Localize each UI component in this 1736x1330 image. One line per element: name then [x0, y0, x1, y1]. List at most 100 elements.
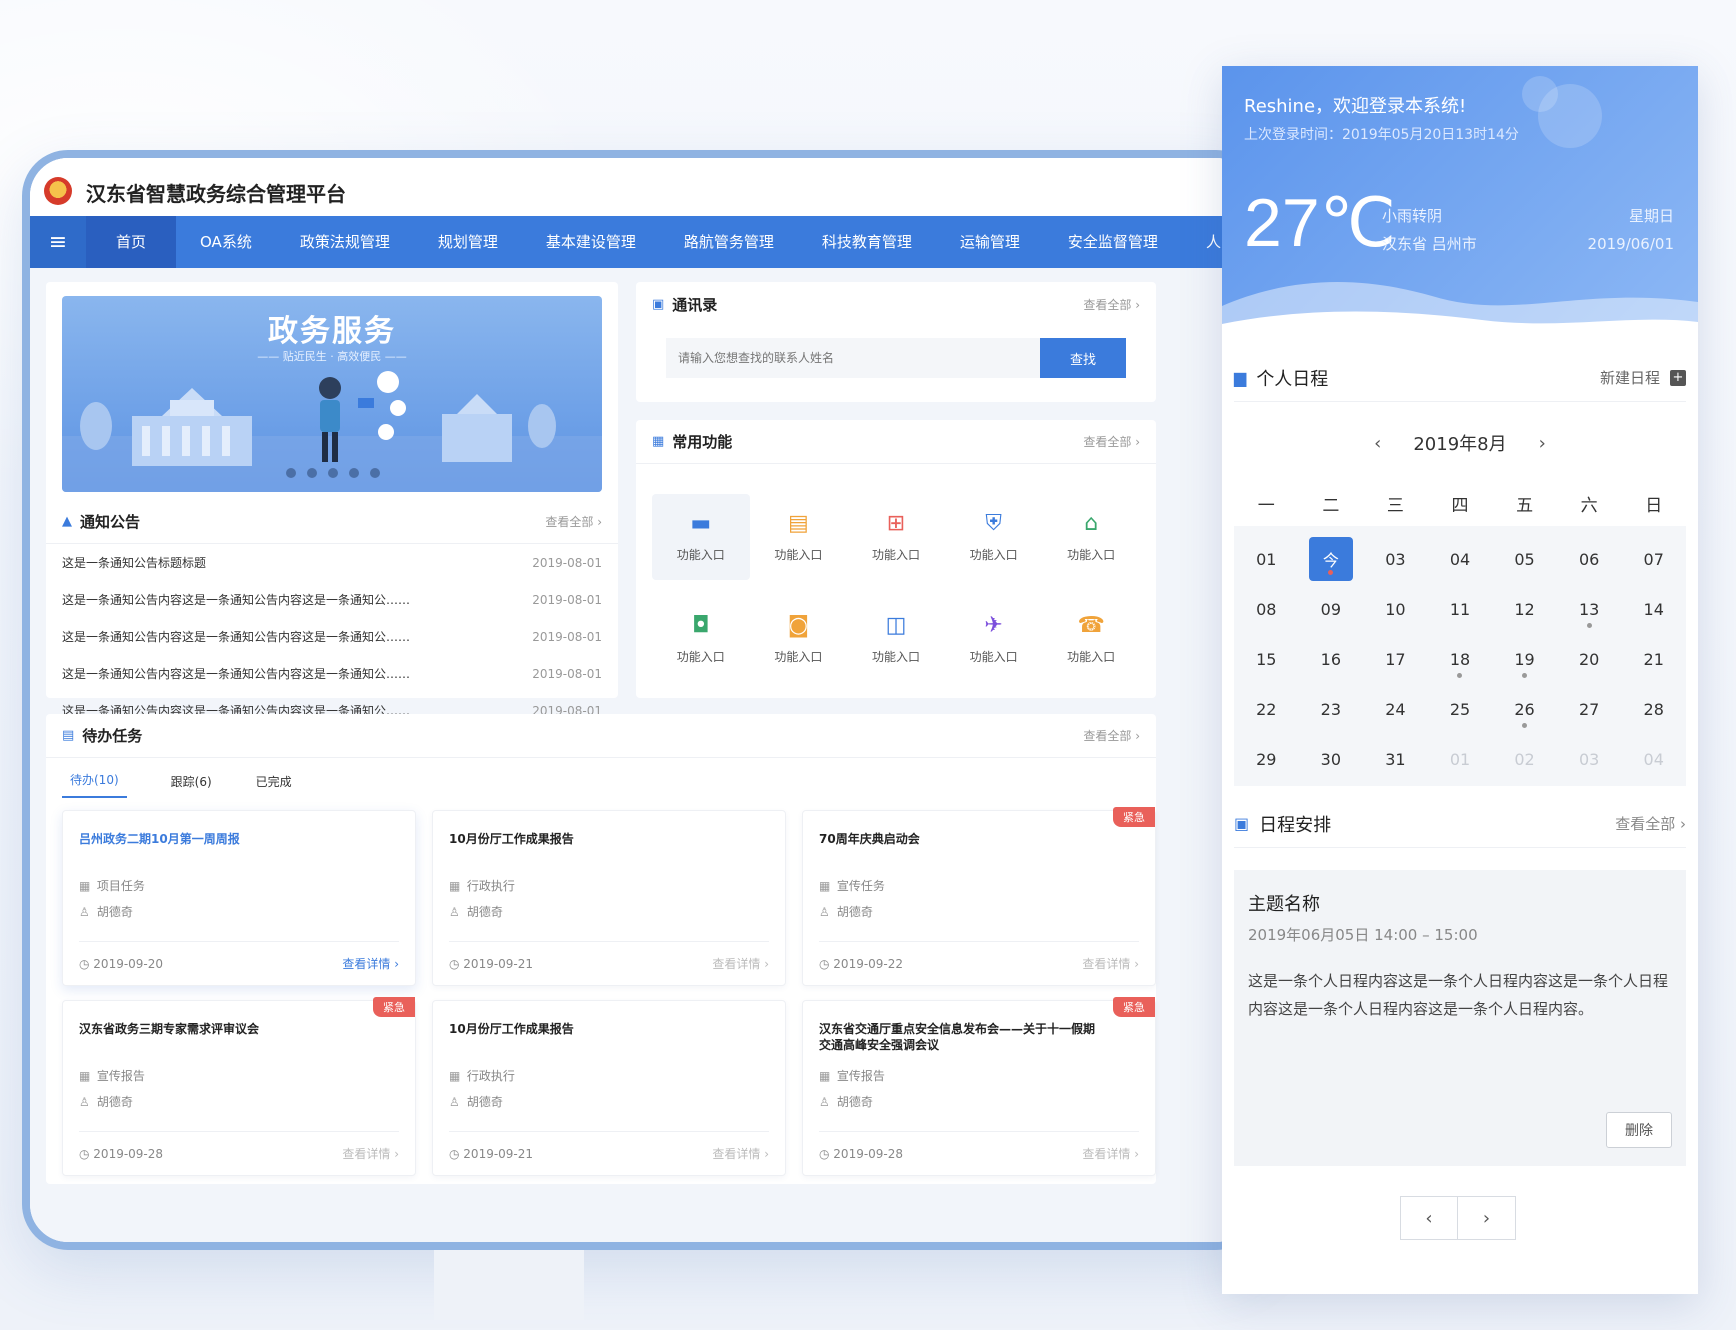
calendar-day[interactable]: 08 [1234, 584, 1299, 634]
notice-row[interactable]: 这是一条通知公告内容这是一条通知公告内容这是一条通知公…… 2019-08-01 [62, 581, 602, 618]
carousel-dot[interactable] [286, 468, 296, 478]
calendar-day[interactable]: 03 [1557, 734, 1622, 784]
delete-button[interactable]: 删除 [1606, 1112, 1672, 1148]
nav-item[interactable]: 规划管理 [414, 216, 522, 268]
notice-row[interactable]: 这是一条通知公告内容这是一条通知公告内容这是一条通知公…… 2019-08-01 [62, 655, 602, 692]
carousel-dot[interactable] [307, 468, 317, 478]
calendar-day[interactable]: 05 [1492, 534, 1557, 584]
task-tab[interactable]: 跟踪(6) [171, 773, 212, 798]
hamburger-menu-icon[interactable]: ≡ [30, 216, 86, 268]
task-title[interactable]: 10月份厅工作成果报告 [449, 1021, 725, 1037]
calendar-day[interactable]: 04 [1428, 534, 1493, 584]
function-entry[interactable]: ▤ 功能入口 [750, 494, 848, 580]
task-card[interactable]: 70周年庆典启动会 紧急 ▦ 宣传任务 ♙ 胡德奇 ◷ 2019-09-22 查看详情 › [802, 807, 1156, 986]
calendar-day[interactable]: 17 [1363, 634, 1428, 684]
function-entry[interactable]: ⛨ 功能入口 [945, 494, 1043, 580]
calendar-day[interactable]: 01 [1234, 534, 1299, 584]
carousel-dot[interactable] [349, 468, 359, 478]
function-entry[interactable]: ☎ 功能入口 [1042, 596, 1140, 682]
task-title[interactable]: 70周年庆典启动会 [819, 831, 1095, 847]
calendar-day[interactable]: 28 [1621, 684, 1686, 734]
calendar-day[interactable]: 15 [1234, 634, 1299, 684]
function-entry[interactable]: ◙ 功能入口 [750, 596, 848, 682]
task-title[interactable]: 汉东省政务三期专家需求评审议会 [79, 1021, 355, 1037]
calendar-day[interactable]: 06 [1557, 534, 1622, 584]
nav-item[interactable]: 路航管务管理 [660, 216, 798, 268]
task-card[interactable]: 汉东省交通厅重点安全信息发布会——关于十一假期交通高峰安全强调会议 紧急 ▦ 宣传报… [802, 997, 1156, 1176]
calendar-day[interactable]: 16 [1299, 634, 1364, 684]
calendar-day[interactable]: 10 [1363, 584, 1428, 634]
view-detail-link[interactable]: 查看详情 › [342, 1145, 399, 1162]
carousel-dot[interactable] [328, 468, 338, 478]
task-card[interactable]: 吕州政务二期10月第一周周报 ▦ 项目任务 ♙ 胡德奇 ◷ 2019-09-20 查看详… [62, 810, 416, 986]
function-entry[interactable]: ◘ 功能入口 [652, 596, 750, 682]
calendar-day[interactable]: 09 [1299, 584, 1364, 634]
task-card[interactable]: 10月份厅工作成果报告 ▦ 行政执行 ♙ 胡德奇 ◷ 2019-09-21 查看详情 › [432, 1000, 786, 1176]
calendar-day[interactable]: 26 [1492, 684, 1557, 734]
calendar-day[interactable]: 04 [1621, 734, 1686, 784]
nav-item[interactable]: 基本建设管理 [522, 216, 660, 268]
view-detail-link[interactable]: 查看详情 › [1082, 955, 1139, 972]
calendar-day[interactable]: 25 [1428, 684, 1493, 734]
calendar-day[interactable]: 13 [1557, 584, 1622, 634]
notice-row[interactable]: 这是一条通知公告标题标题 2019-08-01 [62, 544, 602, 581]
calendar-day[interactable]: 19 [1492, 634, 1557, 684]
calendar-day[interactable]: 07 [1621, 534, 1686, 584]
calendar-day[interactable]: 20 [1557, 634, 1622, 684]
task-title[interactable]: 吕州政务二期10月第一周周报 [79, 831, 355, 847]
prev-page-chevron-icon[interactable]: ‹ [1400, 1196, 1458, 1240]
function-entry[interactable]: ⊞ 功能入口 [847, 494, 945, 580]
nav-item[interactable]: 首页 [86, 216, 177, 268]
calendar-day[interactable]: 01 [1428, 734, 1493, 784]
next-month-chevron-icon[interactable]: › [1539, 433, 1546, 454]
contact-search-button[interactable]: 查找 [1040, 338, 1126, 378]
contacts-view-all-link[interactable]: 查看全部 › [1083, 296, 1140, 313]
service-banner[interactable]: 政务服务 —— 贴近民生 · 高效便民 —— [62, 296, 602, 492]
task-tab[interactable]: 待办(10) [62, 771, 127, 798]
nav-item[interactable]: 运输管理 [936, 216, 1044, 268]
nav-item[interactable]: 政策法规管理 [276, 216, 414, 268]
task-card[interactable]: 10月份厅工作成果报告 ▦ 行政执行 ♙ 胡德奇 ◷ 2019-09-21 查看详情 › [432, 810, 786, 986]
calendar-day[interactable]: 18 [1428, 634, 1493, 684]
monitor-frame: 汉东省智慧政务综合管理平台 ≡ 首页 OA系统 政策法规管理 规划管理 基本建设管理 路航… [22, 150, 1262, 1250]
task-title[interactable]: 10月份厅工作成果报告 [449, 831, 725, 847]
function-entry[interactable]: ⌂ 功能入口 [1042, 494, 1140, 580]
task-title[interactable]: 汉东省交通厅重点安全信息发布会——关于十一假期交通高峰安全强调会议 [819, 1021, 1095, 1053]
view-detail-link[interactable]: 查看详情 › [342, 955, 399, 972]
calendar-day[interactable]: 30 [1299, 734, 1364, 784]
calendar-day[interactable]: 23 [1299, 684, 1364, 734]
prev-month-chevron-icon[interactable]: ‹ [1374, 433, 1381, 454]
nav-item[interactable]: 科技教育管理 [798, 216, 936, 268]
calendar-day[interactable]: 02 [1492, 734, 1557, 784]
calendar-day[interactable]: 12 [1492, 584, 1557, 634]
nav-item[interactable]: OA系统 [176, 216, 276, 268]
carousel-dot[interactable] [370, 468, 380, 478]
calendar-day[interactable]: 21 [1621, 634, 1686, 684]
function-entry[interactable]: ▬ 功能入口 [652, 494, 750, 580]
view-detail-link[interactable]: 查看详情 › [712, 1145, 769, 1162]
calendar-today[interactable]: 今 [1299, 534, 1364, 584]
notice-view-all-link[interactable]: 查看全部 › [545, 513, 602, 530]
new-schedule-button[interactable]: 新建日程 + [1600, 367, 1686, 388]
contact-search-input[interactable] [666, 338, 1040, 378]
view-detail-link[interactable]: 查看详情 › [712, 955, 769, 972]
calendar-day[interactable]: 11 [1428, 584, 1493, 634]
calendar-day[interactable]: 29 [1234, 734, 1299, 784]
task-card[interactable]: 汉东省政务三期专家需求评审议会 紧急 ▦ 宣传报告 ♙ 胡德奇 ◷ 2019-09-28… [62, 997, 416, 1176]
calendar-day[interactable]: 22 [1234, 684, 1299, 734]
calendar-day[interactable]: 31 [1363, 734, 1428, 784]
tasks-view-all-link[interactable]: 查看全部 › [1083, 727, 1140, 744]
calendar-day[interactable]: 14 [1621, 584, 1686, 634]
function-entry[interactable]: ✈ 功能入口 [945, 596, 1043, 682]
functions-view-all-link[interactable]: 查看全部 › [1083, 433, 1140, 450]
nav-item[interactable]: 安全监督管理 [1044, 216, 1182, 268]
notice-row[interactable]: 这是一条通知公告内容这是一条通知公告内容这是一条通知公…… 2019-08-01 [62, 618, 602, 655]
calendar-day[interactable]: 03 [1363, 534, 1428, 584]
task-tab[interactable]: 已完成 [256, 773, 292, 798]
next-page-chevron-icon[interactable]: › [1458, 1196, 1516, 1240]
function-entry[interactable]: ◫ 功能入口 [847, 596, 945, 682]
view-detail-link[interactable]: 查看详情 › [1082, 1145, 1139, 1162]
calendar-day[interactable]: 24 [1363, 684, 1428, 734]
arrangement-view-all-link[interactable]: 查看全部 › [1615, 813, 1686, 834]
calendar-day[interactable]: 27 [1557, 684, 1622, 734]
